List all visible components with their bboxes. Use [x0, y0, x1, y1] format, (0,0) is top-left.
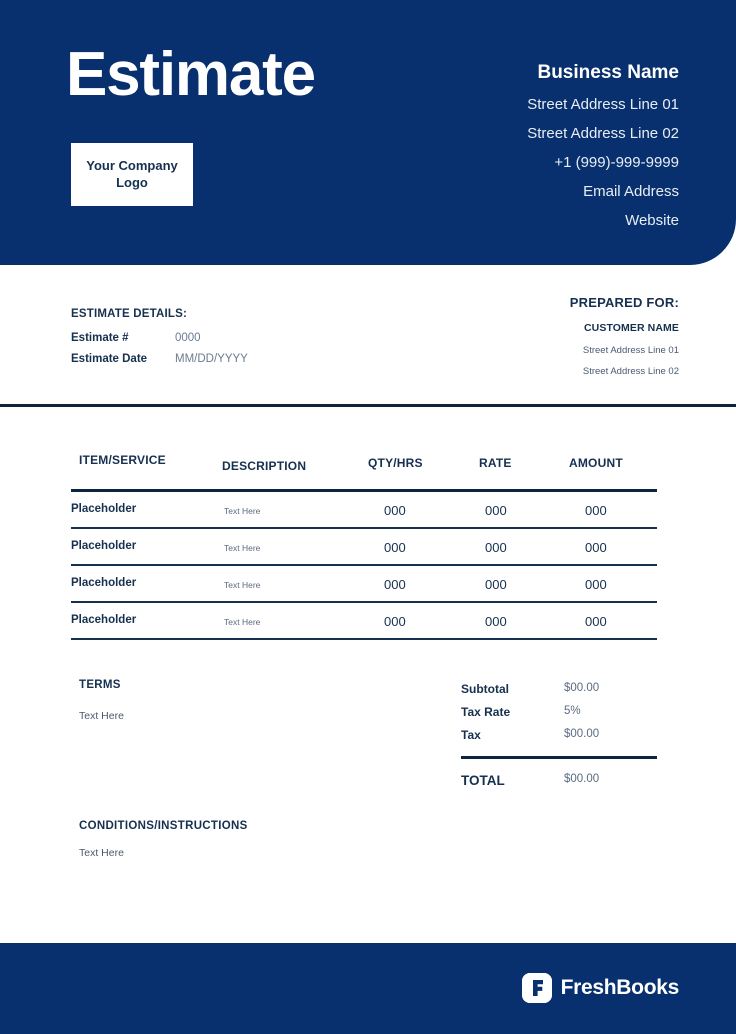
tax-rate-row: Tax Rate 5%: [461, 705, 657, 719]
estimate-date-row: Estimate Date MM/DD/YYYY: [71, 353, 248, 365]
company-logo-line-2: Logo: [116, 174, 148, 190]
page-title: Estimate: [66, 40, 316, 109]
business-phone: +1 (999)-999-9999: [554, 154, 679, 171]
tax-rate-label: Tax Rate: [461, 705, 511, 719]
estimate-date-value[interactable]: MM/DD/YYYY: [175, 353, 248, 365]
estimate-number-value[interactable]: 0000: [175, 332, 201, 344]
cell-description[interactable]: Text Here: [224, 543, 260, 553]
prepared-for-title: PREPARED FOR:: [569, 295, 679, 310]
total-row: TOTAL $00.00: [461, 773, 657, 788]
column-header-item: ITEM/SERVICE: [79, 453, 166, 467]
business-info-block: Business Name Street Address Line 01 Str…: [339, 62, 679, 241]
cell-item[interactable]: Placeholder: [71, 540, 136, 552]
column-header-qty: QTY/HRS: [368, 456, 423, 470]
company-logo-line-1: Your Company: [86, 158, 178, 174]
cell-rate[interactable]: 000: [485, 503, 507, 518]
conditions-block: CONDITIONS/INSTRUCTIONS Text Here: [79, 820, 248, 859]
cell-description[interactable]: Text Here: [224, 617, 260, 627]
table-row[interactable]: Placeholder Text Here 000 000 000: [0, 603, 736, 640]
cell-description[interactable]: Text Here: [224, 580, 260, 590]
company-logo-label: Your Company Logo: [86, 158, 178, 191]
totals-block: Subtotal $00.00 Tax Rate 5% Tax $00.00 T…: [461, 682, 657, 797]
column-header-amount: AMOUNT: [569, 456, 623, 470]
section-divider: [0, 404, 736, 407]
cell-amount[interactable]: 000: [585, 614, 607, 629]
estimate-details-title: ESTIMATE DETAILS:: [71, 308, 188, 320]
cell-item[interactable]: Placeholder: [71, 614, 136, 626]
cell-item[interactable]: Placeholder: [71, 503, 136, 515]
tax-row: Tax $00.00: [461, 728, 657, 742]
business-website: Website: [625, 212, 679, 229]
cell-qty[interactable]: 000: [384, 614, 406, 629]
document-footer: FreshBooks: [0, 943, 736, 1034]
total-label: TOTAL: [461, 773, 505, 788]
estimate-number-row: Estimate # 0000: [71, 332, 248, 344]
cell-rate[interactable]: 000: [485, 577, 507, 592]
table-header-row: ITEM/SERVICE DESCRIPTION QTY/HRS RATE AM…: [0, 440, 736, 492]
cell-amount[interactable]: 000: [585, 577, 607, 592]
terms-title: TERMS: [79, 679, 121, 691]
subtotal-label: Subtotal: [461, 682, 509, 696]
total-value[interactable]: $00.00: [564, 773, 599, 788]
totals-divider: [461, 756, 657, 759]
terms-block: TERMS Text Here: [79, 679, 124, 722]
business-address-line-1: Street Address Line 01: [527, 96, 679, 113]
cell-description[interactable]: Text Here: [224, 506, 260, 516]
terms-body[interactable]: Text Here: [79, 710, 124, 722]
row-divider: [71, 638, 657, 640]
freshbooks-f-icon: [521, 973, 552, 1003]
cell-rate[interactable]: 000: [485, 540, 507, 555]
subtotal-row: Subtotal $00.00: [461, 682, 657, 696]
cell-amount[interactable]: 000: [585, 503, 607, 518]
customer-address-line-2[interactable]: Street Address Line 02: [570, 366, 679, 377]
table-row[interactable]: Placeholder Text Here 000 000 000: [0, 529, 736, 566]
prepared-for-block: PREPARED FOR: CUSTOMER NAME Street Addre…: [570, 295, 679, 387]
document-header: Estimate Your Company Logo Business Name…: [0, 0, 736, 265]
business-address-line-2: Street Address Line 02: [527, 125, 679, 142]
table-row[interactable]: Placeholder Text Here 000 000 000: [0, 566, 736, 603]
conditions-title: CONDITIONS/INSTRUCTIONS: [79, 820, 248, 832]
estimate-details-block: ESTIMATE DETAILS: Estimate # 0000 Estima…: [71, 308, 248, 374]
cell-qty[interactable]: 000: [384, 577, 406, 592]
estimate-number-label: Estimate #: [71, 332, 129, 344]
conditions-body[interactable]: Text Here: [79, 847, 248, 859]
line-items-table: ITEM/SERVICE DESCRIPTION QTY/HRS RATE AM…: [0, 440, 736, 640]
cell-qty[interactable]: 000: [384, 503, 406, 518]
company-logo-placeholder[interactable]: Your Company Logo: [71, 143, 193, 206]
column-header-description: DESCRIPTION: [222, 459, 307, 473]
meta-section: ESTIMATE DETAILS: Estimate # 0000 Estima…: [0, 265, 736, 405]
estimate-date-label: Estimate Date: [71, 353, 148, 365]
tax-rate-value[interactable]: 5%: [564, 705, 581, 719]
tax-label: Tax: [461, 728, 481, 742]
freshbooks-logo[interactable]: FreshBooks: [521, 973, 680, 1003]
cell-rate[interactable]: 000: [485, 614, 507, 629]
table-row[interactable]: Placeholder Text Here 000 000 000: [0, 492, 736, 529]
tax-value[interactable]: $00.00: [564, 728, 599, 742]
cell-qty[interactable]: 000: [384, 540, 406, 555]
customer-name[interactable]: CUSTOMER NAME: [570, 322, 679, 334]
cell-item[interactable]: Placeholder: [71, 577, 136, 589]
customer-address-line-1[interactable]: Street Address Line 01: [570, 345, 679, 356]
freshbooks-wordmark: FreshBooks: [560, 976, 680, 999]
cell-amount[interactable]: 000: [585, 540, 607, 555]
business-email: Email Address: [583, 183, 679, 200]
subtotal-value[interactable]: $00.00: [564, 682, 599, 696]
column-header-rate: RATE: [479, 456, 512, 470]
business-name: Business Name: [537, 62, 679, 83]
